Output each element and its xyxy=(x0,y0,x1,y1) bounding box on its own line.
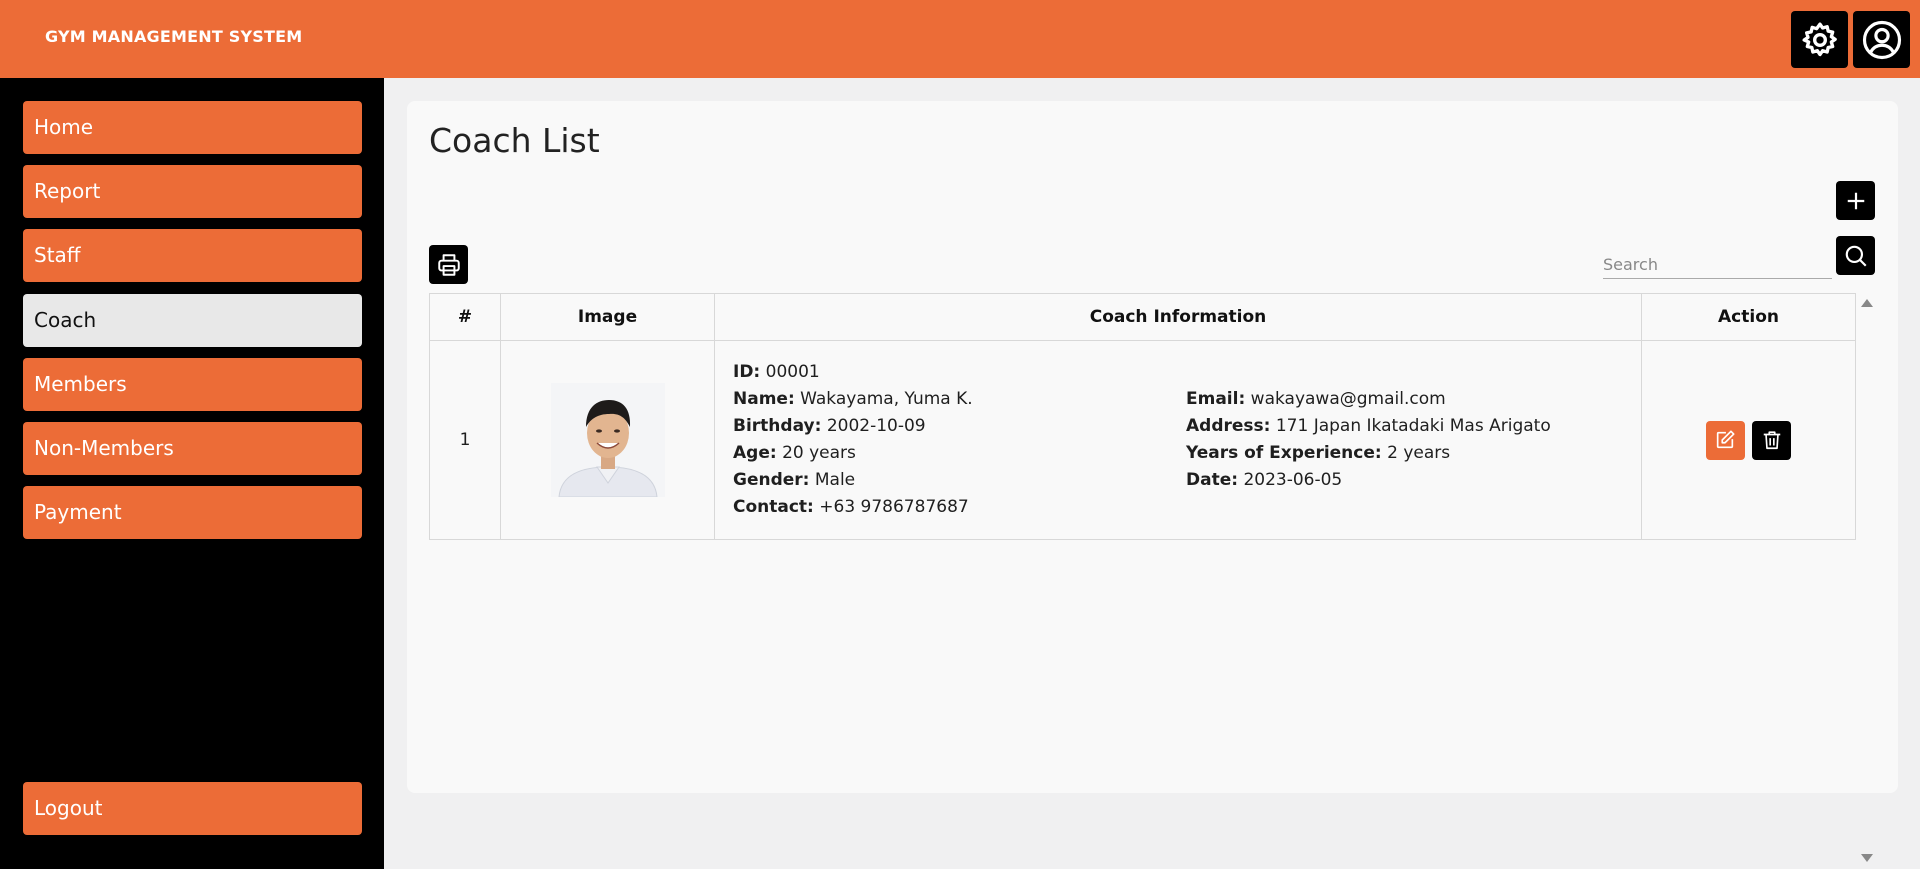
column-header-number: # xyxy=(429,293,501,341)
sidebar-item-report[interactable]: Report xyxy=(23,165,362,218)
table-scrollbar[interactable] xyxy=(1857,293,1875,862)
scroll-down-arrow[interactable] xyxy=(1861,854,1873,862)
trash-icon xyxy=(1763,430,1780,449)
gear-icon xyxy=(1802,22,1837,56)
sidebar-item-coach[interactable]: Coach xyxy=(23,294,362,347)
coach-table: # Image Coach Information Action 1 ID: 0… xyxy=(429,293,1856,540)
field-label: Gender: xyxy=(733,470,810,490)
settings-button[interactable] xyxy=(1791,11,1848,68)
print-button[interactable] xyxy=(429,245,468,284)
field-value: +63 9786787687 xyxy=(819,497,969,517)
plus-icon xyxy=(1847,192,1864,209)
coach-experience-field: Years of Experience: 2 years xyxy=(1186,440,1639,467)
coach-contact-field: Contact: +63 9786787687 xyxy=(733,494,1186,521)
coach-name-field: Name: Wakayama, Yuma K. xyxy=(733,386,1186,413)
field-label: Birthday: xyxy=(733,416,822,436)
field-value: Wakayama, Yuma K. xyxy=(800,389,973,409)
field-label: Date: xyxy=(1186,470,1239,490)
page-title: Coach List xyxy=(429,121,600,160)
coach-gender-field: Gender: Male xyxy=(733,467,1186,494)
printer-icon xyxy=(437,253,460,276)
sidebar-item-staff[interactable]: Staff xyxy=(23,229,362,282)
field-value: 2 years xyxy=(1387,443,1451,463)
field-value: Male xyxy=(814,470,856,490)
action-cell xyxy=(1641,340,1856,540)
search-icon xyxy=(1845,245,1867,267)
field-label: ID: xyxy=(733,362,761,382)
coach-info-left-column: ID: 00001 Name: Wakayama, Yuma K. Birthd… xyxy=(733,359,1186,521)
sidebar-item-home[interactable]: Home xyxy=(23,101,362,154)
coach-birthday-field: Birthday: 2002-10-09 xyxy=(733,413,1186,440)
column-header-coach-information: Coach Information xyxy=(714,293,1642,341)
sidebar-item-members[interactable]: Members xyxy=(23,358,362,411)
sidebar-item-payment[interactable]: Payment xyxy=(23,486,362,539)
sidebar: Home Report Staff Coach Members Non-Memb… xyxy=(0,78,384,869)
field-label: Address: xyxy=(1186,416,1271,436)
field-value: 2002-10-09 xyxy=(826,416,926,436)
coach-info-right-column: Email: wakayawa@gmail.com Address: 171 J… xyxy=(1186,359,1639,521)
delete-button[interactable] xyxy=(1752,420,1792,460)
edit-icon xyxy=(1717,429,1735,448)
edit-button[interactable] xyxy=(1705,420,1745,460)
column-header-action: Action xyxy=(1641,293,1856,341)
field-value: 171 Japan Ikatadaki Mas Arigato xyxy=(1275,416,1551,436)
sidebar-item-non-members[interactable]: Non-Members xyxy=(23,422,362,475)
field-value: 20 years xyxy=(782,443,856,463)
search-button[interactable] xyxy=(1836,236,1875,275)
coach-photo xyxy=(550,383,665,497)
content-card: Coach List # Image Coach xyxy=(407,101,1898,862)
coach-id-field: ID: 00001 xyxy=(733,359,1186,386)
field-label: Age: xyxy=(733,443,777,463)
logout-button[interactable]: Logout xyxy=(23,782,362,835)
top-header: GYM MANAGEMENT SYSTEM xyxy=(0,0,1920,78)
image-cell xyxy=(500,340,715,540)
field-label: Email: xyxy=(1186,389,1246,409)
app-title: GYM MANAGEMENT SYSTEM xyxy=(45,27,303,46)
search-input[interactable] xyxy=(1603,251,1832,279)
field-label: Name: xyxy=(733,389,795,409)
field-value: 2023-06-05 xyxy=(1243,470,1343,490)
field-value: wakayawa@gmail.com xyxy=(1250,389,1446,409)
coach-address-field: Address: 171 Japan Ikatadaki Mas Arigato xyxy=(1186,413,1639,440)
coach-email-field: Email: wakayawa@gmail.com xyxy=(1186,386,1639,413)
coach-age-field: Age: 20 years xyxy=(733,440,1186,467)
column-header-image: Image xyxy=(500,293,715,341)
field-label: Years of Experience: xyxy=(1186,443,1382,463)
user-circle-icon xyxy=(1862,20,1901,59)
scroll-up-arrow[interactable] xyxy=(1861,299,1873,307)
profile-button[interactable] xyxy=(1853,11,1910,68)
table-header-row: # Image Coach Information Action xyxy=(429,293,1856,341)
field-label: Contact: xyxy=(733,497,814,517)
coach-info-cell: ID: 00001 Name: Wakayama, Yuma K. Birthd… xyxy=(714,340,1642,540)
field-value: 00001 xyxy=(765,362,820,382)
add-coach-button[interactable] xyxy=(1836,181,1875,220)
coach-date-field: Date: 2023-06-05 xyxy=(1186,467,1639,494)
row-number: 1 xyxy=(429,340,501,540)
table-row: 1 ID: 00001 Name: Wakayama, Yuma K. Birt… xyxy=(429,340,1856,540)
